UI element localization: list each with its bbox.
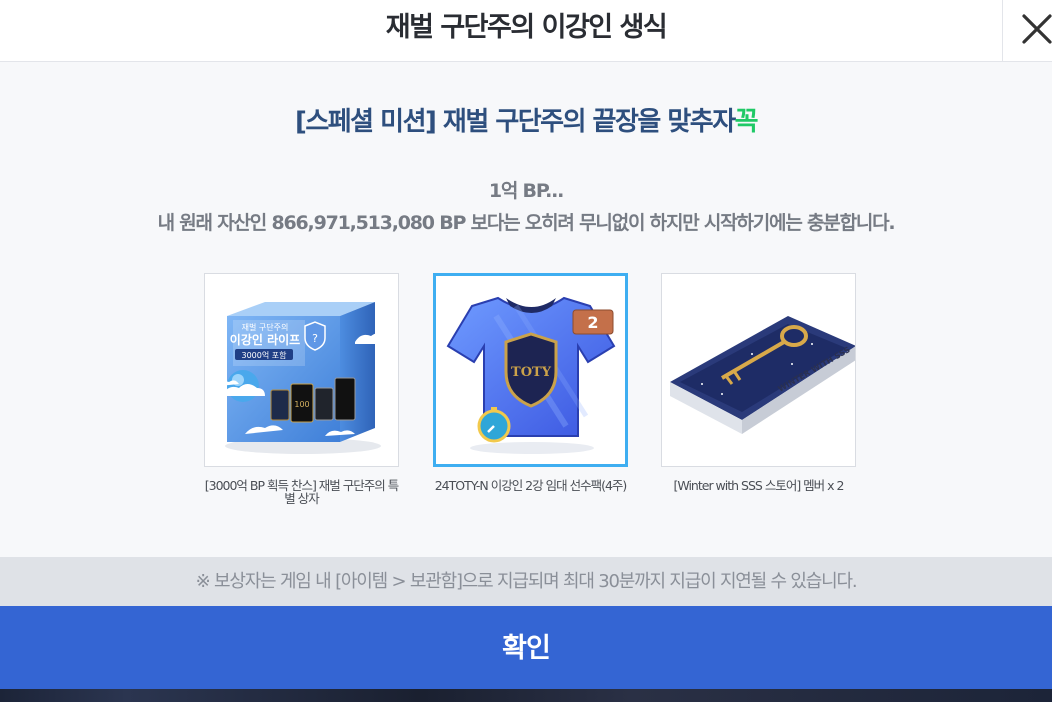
key-icon: WINTER WITH SSS [670,316,855,434]
jersey-crest: TOTY [511,365,552,380]
box-text-1: 재벌 구단주의 [242,322,289,332]
reward-caption: 24TOTY-N 이강인 2강 임대 선수팩(4주) [434,478,628,493]
close-button[interactable] [1002,0,1052,61]
reward-image-box: WINTER WITH SSS [661,273,856,467]
mission-title-main: [스페셜 미션] 재벌 구단주의 끝장을 맞추자 [294,107,736,137]
modal-header: 재벌 구단주의 이강인 생식 [0,0,1052,62]
close-icon [1022,14,1052,44]
reward-item-3[interactable]: WINTER WITH SSS [Winter with SSS 스토어] 멤버… [661,273,856,492]
reward-caption: [Winter with SSS 스토어] 멤버 x 2 [673,478,845,493]
svg-text:?: ? [312,332,318,345]
description-line-1: 1억 BP... [488,180,564,202]
mission-title-accent: 꼭 [734,107,759,137]
reward-modal: 재벌 구단주의 이강인 생식 [스페셜 미션] 재벌 구단주의 끝장을 맞추자꼭… [0,0,1052,689]
reward-caption: [3000억 BP 획득 찬스] 재벌 구단주의 특별 상자 [204,478,400,506]
reward-image-box: 재벌 구단주의 이강인 라이프 3000억 포함 ? 100 [204,273,399,467]
modal-title: 재벌 구단주의 이강인 생식 [385,12,668,43]
description-line-2: 내 원래 자산인 866,971,513,080 BP 보다는 오히려 무니없이… [157,212,896,234]
reward-item-1[interactable]: 재벌 구단주의 이강인 라이프 3000억 포함 ? 100 [3000억 BP… [204,273,399,505]
jersey-icon: TOTY 2 [446,296,616,454]
box-text-3: 3000억 포함 [242,350,288,360]
reward-item-2[interactable]: TOTY 2 24TOTY-N 이강인 2강 임대 선수팩(4주) [433,273,628,492]
reward-image-box: TOTY 2 [433,273,628,467]
svg-text:100: 100 [294,400,309,409]
box-text-2: 이강인 라이프 [230,332,300,347]
confirm-button[interactable]: 확인 [0,606,1052,689]
notice-bar: ※ 보상자는 게임 내 [아이템 > 보관함]으로 지급되며 최대 30분까지 … [0,557,1052,606]
mission-title: [스페셜 미션] 재벌 구단주의 끝장을 맞추자꼭 [0,101,1052,138]
background-strip [0,689,1052,702]
gift-box-icon: 재벌 구단주의 이강인 라이프 3000억 포함 ? 100 [219,302,391,454]
upgrade-badge: 2 [587,313,598,332]
